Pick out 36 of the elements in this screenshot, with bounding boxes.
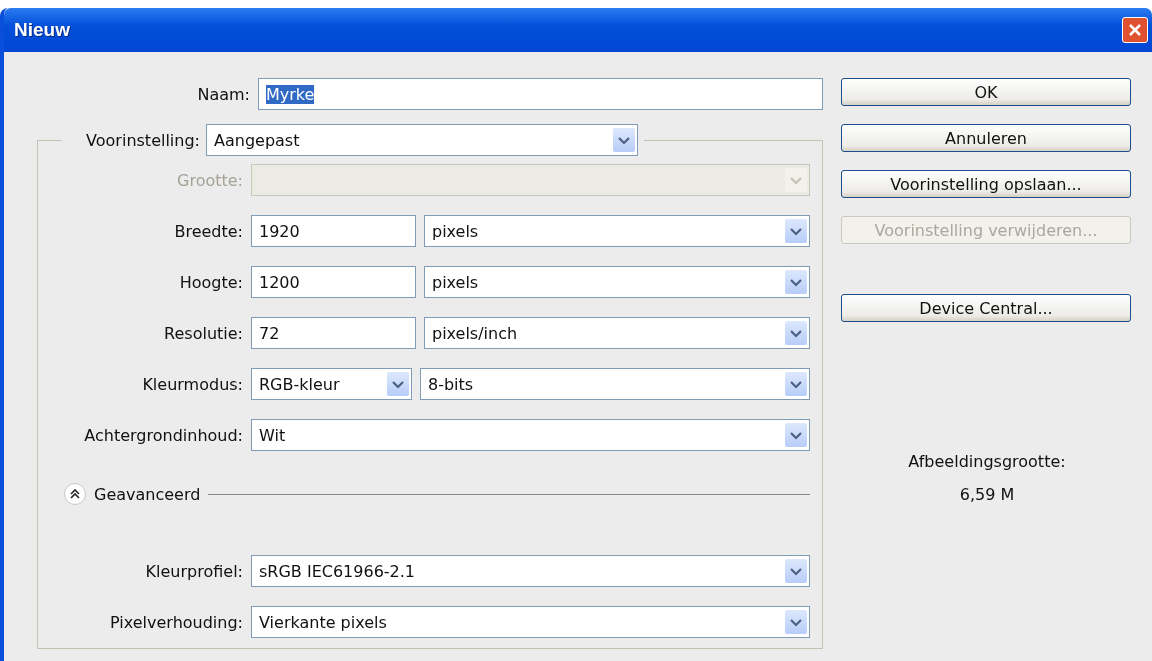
name-field[interactable]: Myrke [258, 78, 823, 110]
double-chevron-icon [70, 489, 80, 499]
window-title: Nieuw [14, 19, 70, 41]
color-mode-dropdown[interactable]: RGB-kleur [251, 368, 412, 400]
field-label: Resolutie: [163, 323, 243, 343]
info-label: Afbeeldingsgrootte: [908, 452, 1066, 471]
field-label: Naam: [196, 84, 250, 104]
unit-dropdown[interactable]: pixels/inch [424, 317, 810, 349]
field-label: Breedte: [173, 221, 243, 241]
number-field[interactable]: 72 [251, 317, 416, 349]
section-label: Geavanceerd [94, 484, 201, 504]
dropdown[interactable]: Wit [251, 419, 810, 451]
dropdown[interactable]: Vierkante pixels [251, 606, 810, 638]
number-field[interactable]: 1200 [251, 266, 416, 298]
field-label: Kleurmodus: [141, 374, 243, 394]
field-label: Grootte: [176, 170, 243, 190]
field-label: Achtergrondinhoud: [83, 425, 243, 445]
field-label: Voorinstelling: [85, 130, 200, 150]
preset-dropdown[interactable]: Aangepast [206, 124, 638, 156]
image-size-value: 6,59 M [959, 485, 1015, 504]
number-field[interactable]: 1920 [251, 215, 416, 247]
unit-dropdown[interactable]: pixels [424, 215, 810, 247]
dialog-button[interactable]: OK [841, 78, 1131, 106]
dialog-button[interactable]: Device Central... [841, 294, 1131, 322]
close-icon [1128, 23, 1142, 37]
dialog-button[interactable]: Annuleren [841, 124, 1131, 152]
unit-dropdown[interactable]: pixels [424, 266, 810, 298]
dialog-button[interactable]: Voorinstelling opslaan... [841, 170, 1131, 198]
bit-depth-dropdown[interactable]: 8-bits [420, 368, 810, 400]
dropdown[interactable]: sRGB IEC61966-2.1 [251, 555, 810, 587]
close-button[interactable] [1122, 17, 1148, 43]
field-label: Kleurprofiel: [144, 561, 243, 581]
field-label: Pixelverhouding: [109, 612, 243, 632]
collapse-button[interactable] [64, 483, 86, 505]
name-value: Myrke [266, 84, 315, 104]
field-label: Hoogte: [178, 272, 243, 292]
